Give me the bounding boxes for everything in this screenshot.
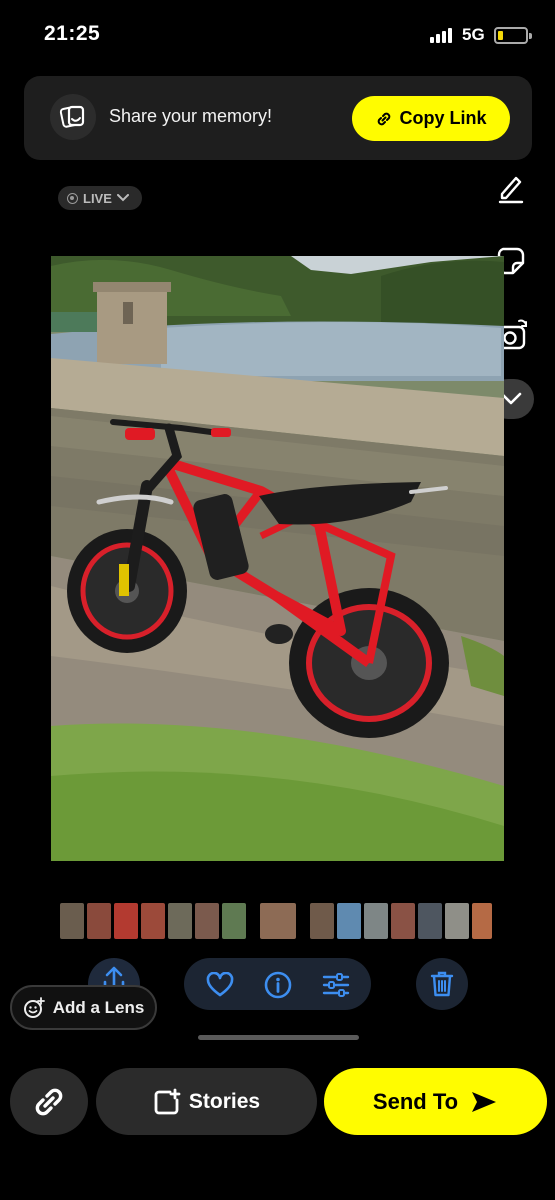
thumbnail[interactable]: [168, 903, 192, 939]
copy-link-label: Copy Link: [399, 108, 487, 128]
stories-button[interactable]: Stories: [96, 1068, 317, 1135]
thumbnail[interactable]: [260, 903, 296, 939]
status-time: 21:25: [44, 22, 101, 45]
add-lens-button[interactable]: Add a Lens: [10, 985, 157, 1030]
send-arrow-icon: [472, 1091, 497, 1112]
heart-icon[interactable]: [206, 971, 234, 999]
thumbnail[interactable]: [337, 903, 361, 939]
thumbnail[interactable]: [114, 903, 138, 939]
thumbnail[interactable]: [364, 903, 388, 939]
smiley-plus-icon: [23, 996, 45, 1018]
cellular-signal-icon: [430, 27, 454, 43]
trash-icon: [430, 971, 454, 997]
network-type: 5G: [462, 25, 485, 44]
live-badge[interactable]: LIVE: [58, 186, 142, 210]
thumbnail[interactable]: [195, 903, 219, 939]
action-pill: [184, 958, 371, 1010]
live-label: LIVE: [83, 190, 112, 206]
send-to-label: Send To: [372, 1088, 459, 1114]
link-icon: [35, 1088, 63, 1115]
copy-link-button[interactable]: Copy Link: [352, 96, 510, 141]
delete-button[interactable]: [416, 958, 468, 1010]
add-lens-label: Add a Lens: [52, 997, 145, 1017]
thumbnail-strip[interactable]: [60, 903, 500, 939]
thumbnail[interactable]: [391, 903, 415, 939]
memory-card-icon: [50, 94, 96, 140]
thumbnail[interactable]: [472, 903, 492, 939]
pencil-icon[interactable]: [492, 168, 530, 206]
info-icon[interactable]: [264, 971, 292, 999]
sliders-icon[interactable]: [322, 971, 350, 999]
link-icon: [378, 112, 391, 125]
status-bar: 21:25 5G: [0, 0, 555, 70]
chevron-down-icon: [116, 194, 129, 202]
send-to-button[interactable]: Send To: [324, 1068, 547, 1135]
live-dot-icon: [67, 192, 78, 204]
thumbnail[interactable]: [87, 903, 111, 939]
story-add-icon: [154, 1088, 181, 1114]
share-link-button[interactable]: [10, 1068, 88, 1135]
share-memory-banner: Share your memory! Copy Link: [24, 76, 532, 160]
thumbnail[interactable]: [418, 903, 442, 939]
share-memory-text: Share your memory!: [109, 106, 273, 126]
thumbnail[interactable]: [222, 903, 246, 939]
thumbnail[interactable]: [445, 903, 469, 939]
stories-label: Stories: [188, 1089, 261, 1113]
thumbnail[interactable]: [310, 903, 334, 939]
battery-icon: [494, 27, 532, 44]
home-indicator: [198, 1035, 359, 1040]
thumbnail[interactable]: [141, 903, 165, 939]
thumbnail[interactable]: [60, 903, 84, 939]
memory-photo[interactable]: [51, 256, 504, 861]
